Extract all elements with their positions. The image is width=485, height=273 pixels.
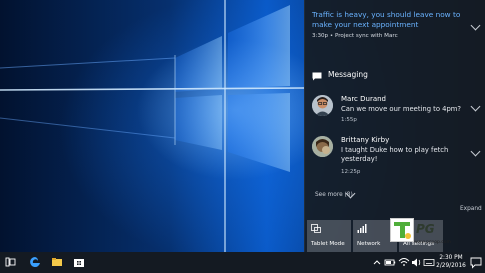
- watermark-text: PG: [416, 222, 435, 236]
- traffic-notification[interactable]: Traffic is heavy, you should leave now t…: [305, 0, 485, 50]
- toast-text: I taught Duke how to play fetch yesterda…: [341, 146, 449, 163]
- chevron-down-icon[interactable]: [470, 101, 481, 112]
- clock-date: 2/29/2016: [436, 262, 466, 269]
- quick-action-label: Network: [357, 241, 381, 247]
- folder-icon: [52, 258, 62, 266]
- avatar: [312, 95, 333, 116]
- tablet-mode-icon: [311, 224, 321, 233]
- volume-icon[interactable]: [411, 252, 423, 273]
- watermark-logo: PG www.pcpop.com: [390, 218, 464, 250]
- expand-link[interactable]: Expand: [460, 206, 482, 212]
- taskbar-clock[interactable]: 2:30 PM 2/29/2016: [436, 255, 466, 270]
- store-icon: [74, 259, 84, 267]
- keyboard-icon[interactable]: [423, 252, 435, 273]
- toast-time: 12:25p: [341, 169, 361, 175]
- message-icon: [312, 72, 322, 81]
- file-explorer-button[interactable]: [46, 252, 68, 273]
- clock-time: 2:30 PM: [439, 255, 463, 261]
- watermark-url: www.pcpop.com: [414, 240, 451, 245]
- store-button[interactable]: [68, 252, 90, 273]
- toast-text: Can we move our meeting to 4pm?: [341, 105, 462, 113]
- messaging-title: Messaging: [328, 70, 368, 79]
- action-center-panel: Traffic is heavy, you should leave now t…: [304, 0, 485, 252]
- edge-button[interactable]: [24, 252, 46, 273]
- chevron-down-icon[interactable]: [470, 146, 481, 157]
- quick-action-tablet-mode[interactable]: Tablet Mode: [307, 220, 351, 252]
- task-view-icon: [5, 257, 16, 267]
- quick-action-label: Tablet Mode: [311, 241, 345, 247]
- notification-message: Traffic is heavy, you should leave now t…: [312, 10, 461, 29]
- avatar: [312, 136, 333, 157]
- taskbar: 2:30 PM 2/29/2016: [0, 252, 485, 273]
- battery-icon[interactable]: [384, 252, 396, 273]
- notification-subtext: 3:30p • Project sync with Marc: [312, 33, 398, 39]
- edge-icon: [30, 257, 40, 267]
- network-icon: [357, 224, 367, 233]
- action-center-icon[interactable]: [470, 252, 482, 273]
- chevron-up-icon[interactable]: [372, 252, 382, 273]
- toast-time: 1:55p: [341, 117, 357, 123]
- task-view-button[interactable]: [0, 252, 22, 273]
- toast-sender: Marc Durand: [341, 95, 387, 103]
- watermark-mark: [390, 218, 414, 242]
- chevron-down-icon[interactable]: [470, 20, 481, 31]
- toast-sender: Brittany Kirby: [341, 136, 390, 144]
- wifi-icon[interactable]: [398, 252, 410, 273]
